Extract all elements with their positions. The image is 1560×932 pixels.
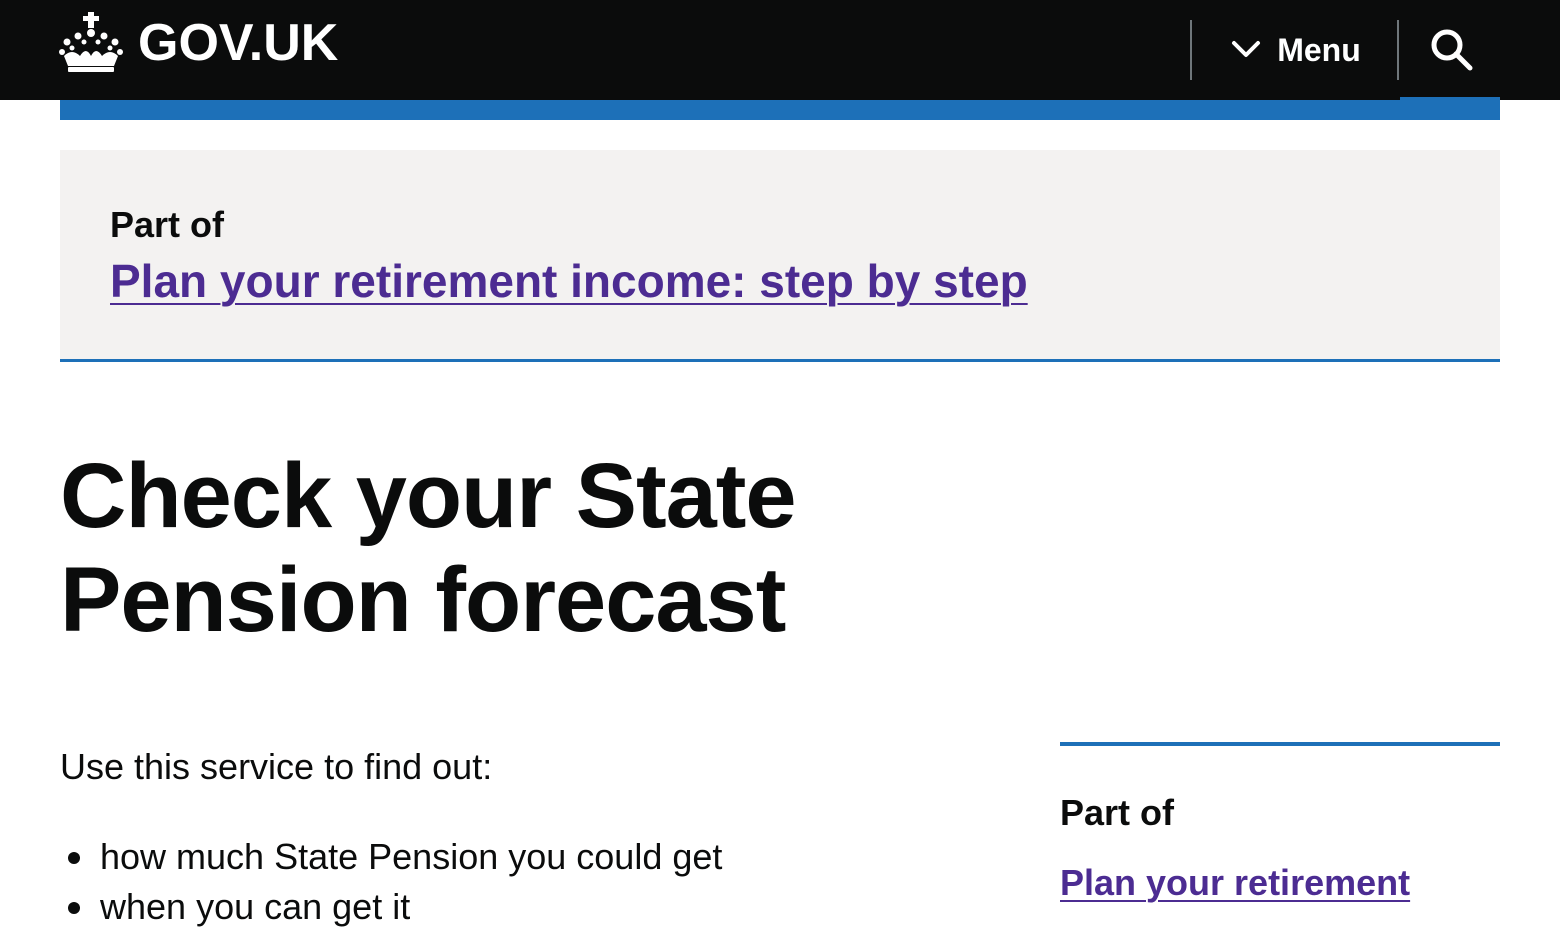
sidebar-part-of-label: Part of xyxy=(1060,792,1175,833)
bullet-list: how much State Pension you could get whe… xyxy=(67,832,722,932)
page-title: Check your State Pension forecast xyxy=(60,444,960,652)
menu-button[interactable]: Menu xyxy=(1194,0,1398,100)
intro-text: Use this service to find out: xyxy=(60,746,493,787)
search-button[interactable] xyxy=(1400,0,1504,100)
govuk-logo-link[interactable]: GOV.UK xyxy=(58,12,338,74)
related-sidebar: Part of Plan your retirement xyxy=(1060,742,1500,903)
menu-label: Menu xyxy=(1277,31,1361,68)
header-blue-rule xyxy=(60,100,1500,120)
page-title-line-2: Pension forecast xyxy=(60,549,786,651)
sidebar-step-by-step-link[interactable]: Plan your retirement xyxy=(1060,858,1410,908)
page-title-line-1: Check your State xyxy=(60,445,797,547)
logo-text: GOV.UK xyxy=(138,14,339,72)
search-divider xyxy=(1397,20,1399,80)
step-by-step-banner: Part of Plan your retirement income: ste… xyxy=(60,150,1500,362)
list-item: how much State Pension you could get xyxy=(67,832,722,882)
step-by-step-link[interactable]: Plan your retirement income: step by ste… xyxy=(110,252,1028,310)
menu-divider xyxy=(1190,20,1192,80)
chevron-down-icon xyxy=(1232,41,1261,57)
crown-icon xyxy=(59,12,123,72)
site-header: GOV.UK Menu xyxy=(0,0,1560,100)
search-icon xyxy=(1431,29,1473,71)
part-of-label: Part of xyxy=(110,204,225,245)
list-item: when you can get it xyxy=(67,882,722,932)
